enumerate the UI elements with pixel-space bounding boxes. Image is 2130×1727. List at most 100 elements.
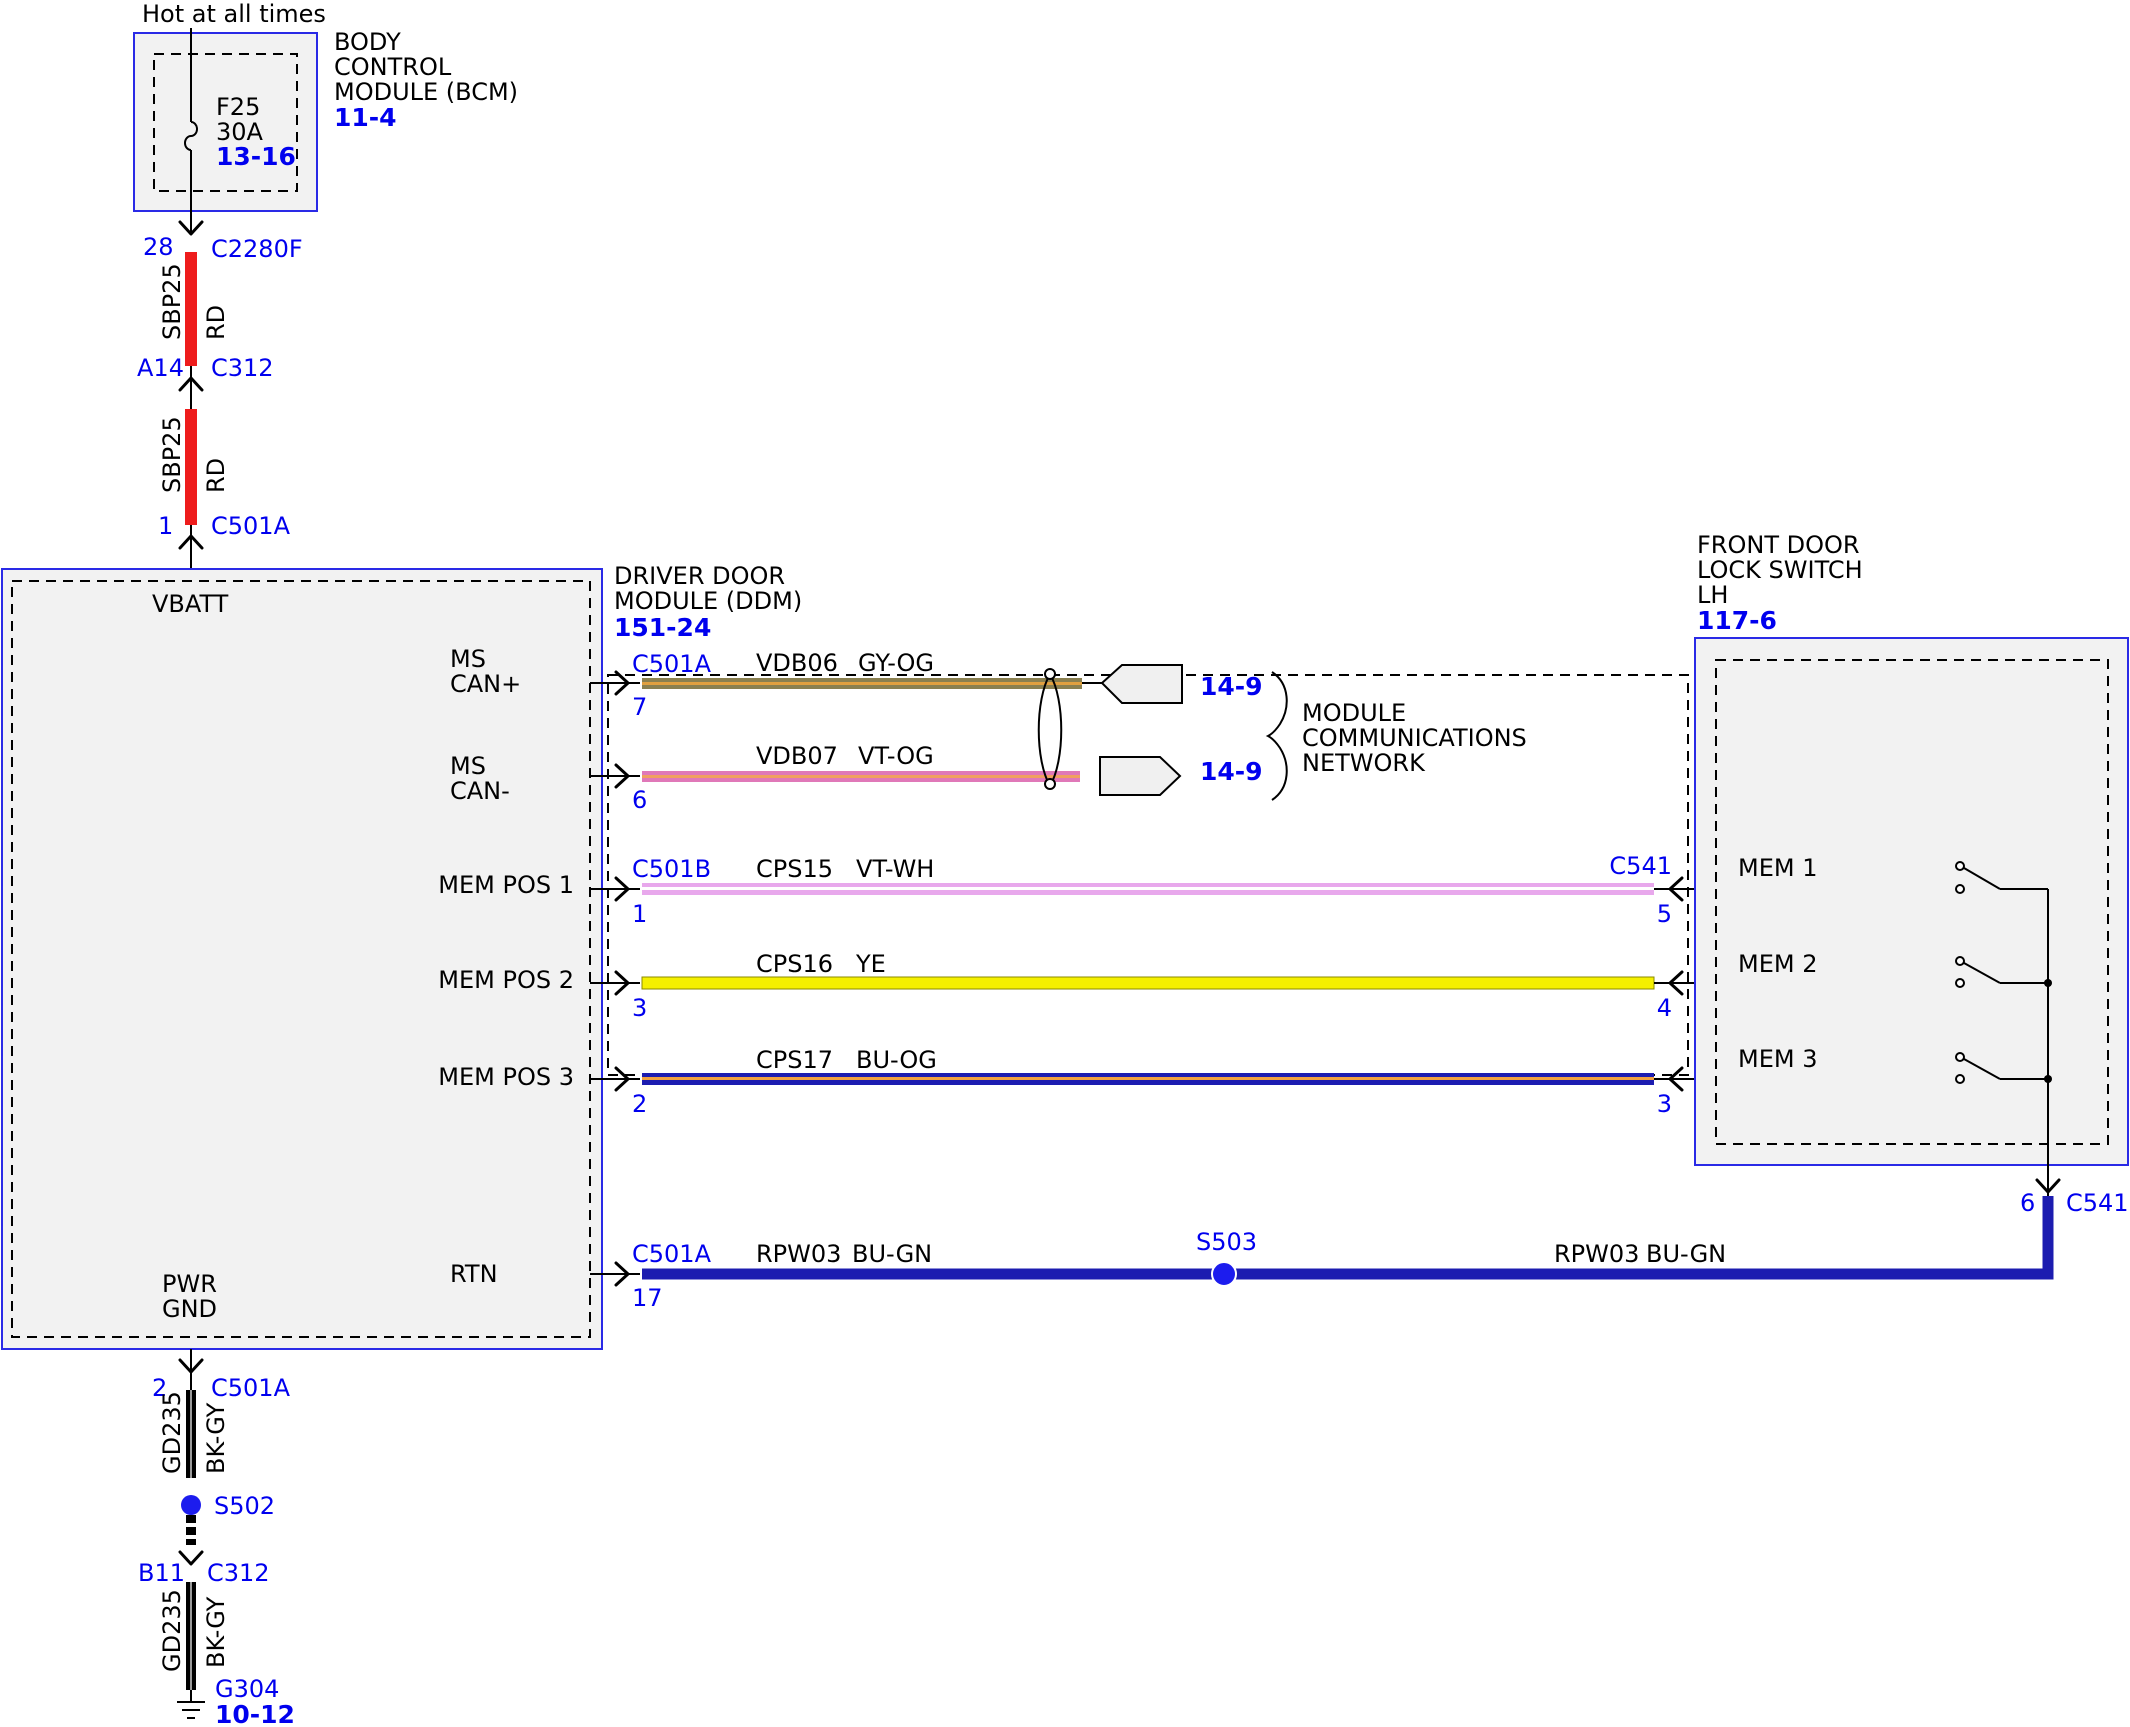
bcm-pin-number: 28: [143, 233, 174, 261]
ddm-name-line2: MODULE (DDM): [614, 587, 802, 615]
wire-sbp25-lower-color: RD: [202, 458, 230, 493]
switch-common-connector: C541: [2066, 1189, 2129, 1217]
wiring-diagram: Hot at all times F25 30A 13-16 BODY CONT…: [1, 0, 2129, 1727]
wire-cps17-circuit: CPS17: [756, 1046, 833, 1074]
ground-inline-pin: B11: [138, 1559, 185, 1587]
ddm-vbatt-label: VBATT: [152, 590, 229, 618]
splice-s503-label: S503: [1196, 1228, 1257, 1256]
ddm-pin-ms-can-minus-line2: CAN-: [450, 777, 510, 805]
mem2-switch-pin: 4: [1657, 994, 1672, 1022]
switch-name-line3: LH: [1697, 581, 1728, 609]
wire-cps16-color: YE: [855, 950, 886, 978]
ddm-pin-ms-can-plus-line2: CAN+: [450, 670, 521, 698]
ddm-name-line1: DRIVER DOOR: [614, 562, 785, 590]
ddm-pin-mem-pos-3: MEM POS 3: [438, 1063, 574, 1091]
ddm-pin-rtn: RTN: [450, 1260, 498, 1288]
switch-name-line1: FRONT DOOR: [1697, 531, 1860, 559]
wire-rpw03-left-color: BU-GN: [852, 1240, 932, 1268]
can-plus-offpage-arrow[interactable]: [1100, 664, 1183, 704]
wire-cps15-stripe: [642, 887, 1654, 890]
wire-cps17-stripe: [642, 1077, 1654, 1080]
switch-ref-link[interactable]: 117-6: [1697, 606, 1777, 635]
wire-sbp25-lower[interactable]: [185, 409, 197, 525]
network-brace: [1265, 671, 1288, 801]
ddm-power-pin-number: 1: [158, 512, 173, 540]
inline-connector-label: C312: [211, 354, 274, 382]
wire-gd235-upper-circuit: GD235: [158, 1391, 186, 1474]
ddm-pwr-label: PWR: [162, 1270, 217, 1298]
switch-bus-node-mem3: [2044, 1075, 2052, 1083]
can-plus-ref-link[interactable]: 14-9: [1200, 672, 1263, 701]
switch-mem2-label: MEM 2: [1738, 950, 1817, 978]
wire-rpw03-right-color: BU-GN: [1646, 1240, 1726, 1268]
ddm-pin-ms-can-plus-line1: MS: [450, 645, 486, 673]
twisted-pair-node-top: [1044, 668, 1056, 680]
twisted-pair-node-bottom: [1044, 778, 1056, 790]
network-label-line1: MODULE: [1302, 699, 1406, 727]
wire-cps15-circuit: CPS15: [756, 855, 833, 883]
mem2-ddm-pin: 3: [632, 994, 647, 1022]
wire-sbp25-lower-circuit: SBP25: [158, 416, 186, 493]
splice-s503[interactable]: [1211, 1261, 1237, 1287]
ddm-pin-mem-pos-2: MEM POS 2: [438, 966, 574, 994]
can-plus-pin-number: 7: [632, 693, 647, 721]
can-minus-ref-link[interactable]: 14-9: [1200, 757, 1263, 786]
inline-pin-number: A14: [137, 354, 184, 382]
power-source-label: Hot at all times: [142, 0, 326, 28]
switch-module-box[interactable]: [1694, 637, 2129, 1166]
network-label-line2: COMMUNICATIONS: [1302, 724, 1527, 752]
wire-gd235-lower-color: BK-GY: [202, 1596, 230, 1668]
bcm-name-line3: MODULE (BCM): [334, 78, 518, 106]
wire-vdb07-circuit: VDB07: [756, 742, 838, 770]
wire-rpw03-left-circuit: RPW03: [756, 1240, 841, 1268]
ddm-ref-link[interactable]: 151-24: [614, 613, 711, 642]
twisted-pair-symbol: [1037, 671, 1063, 789]
can-plus-connector-label: C501A: [632, 650, 712, 678]
ddm-power-connector-label: C501A: [211, 512, 291, 540]
bcm-name-line2: CONTROL: [334, 53, 452, 81]
switch-name-line2: LOCK SWITCH: [1697, 556, 1863, 584]
wire-cps15-color: VT-WH: [856, 855, 934, 883]
wire-gd235-upper-stripe: [190, 1390, 192, 1478]
network-label-line3: NETWORK: [1302, 749, 1426, 777]
mem-switch-connector-label: C541: [1609, 852, 1672, 880]
ground-ddm-connector: C501A: [211, 1374, 291, 1402]
fuse-id: F25: [216, 93, 260, 121]
switch-bus-node-mem2: [2044, 979, 2052, 987]
mem1-switch-pin: 5: [1657, 900, 1672, 928]
wire-sbp25-upper[interactable]: [185, 252, 197, 366]
ground-ref-link[interactable]: 10-12: [215, 1700, 295, 1727]
rtn-ddm-connector: C501A: [632, 1240, 712, 1268]
wire-vdb06-circuit: VDB06: [756, 649, 838, 677]
mem-ddm-connector-label: C501B: [632, 855, 711, 883]
wire-gd235-upper-color: BK-GY: [202, 1402, 230, 1474]
wire-rpw03-right-circuit: RPW03: [1554, 1240, 1639, 1268]
ddm-gnd-label: GND: [162, 1295, 217, 1323]
mem1-ddm-pin: 1: [632, 900, 647, 928]
wire-vdb06-stripe: [642, 682, 1082, 685]
mem3-switch-pin: 3: [1657, 1090, 1672, 1118]
rtn-ddm-pin: 17: [632, 1284, 663, 1312]
wire-gd235-lower-stripe: [190, 1582, 192, 1690]
bcm-ref-link[interactable]: 11-4: [334, 103, 397, 132]
ddm-pin-ms-can-minus-line1: MS: [450, 752, 486, 780]
wire-sbp25-upper-color: RD: [202, 305, 230, 340]
bcm-connector-label: C2280F: [211, 235, 303, 263]
splice-s502[interactable]: [181, 1495, 201, 1515]
fuse-ref-link[interactable]: 13-16: [216, 142, 296, 171]
wire-cps17-color: BU-OG: [856, 1046, 937, 1074]
ground-symbol-icon: [177, 1690, 205, 1719]
wire-vdb07-stripe: [642, 775, 1080, 778]
mem3-ddm-pin: 2: [632, 1090, 647, 1118]
wire-cps16[interactable]: [641, 976, 1655, 990]
can-minus-offpage-arrow[interactable]: [1099, 756, 1182, 796]
ground-inline-connector: C312: [207, 1559, 270, 1587]
wire-cps16-circuit: CPS16: [756, 950, 833, 978]
switch-mem3-label: MEM 3: [1738, 1045, 1817, 1073]
can-minus-pin-number: 6: [632, 786, 647, 814]
splice-s502-label: S502: [214, 1492, 275, 1520]
switch-common-pin: 6: [2020, 1189, 2035, 1217]
wire-gd235-lower-circuit: GD235: [158, 1589, 186, 1672]
wire-vdb07-color: VT-OG: [858, 742, 934, 770]
ground-point-label: G304: [215, 1675, 279, 1703]
